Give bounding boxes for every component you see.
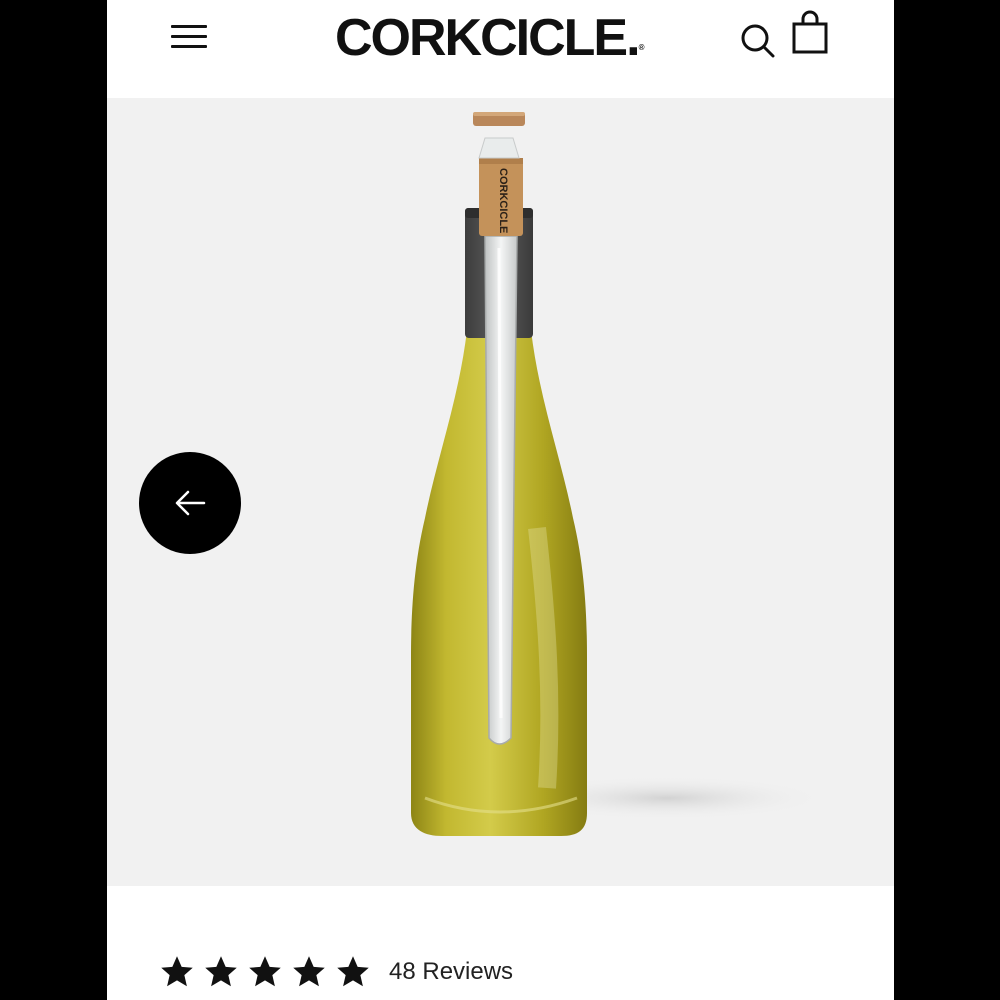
site-header: CORKCICLE.® (107, 0, 894, 98)
star-icon (293, 956, 325, 987)
search-icon[interactable] (739, 20, 779, 60)
shopping-bag-icon[interactable] (791, 10, 829, 56)
product-page: CORKCICLE.® CORKCICLE 48 Reviews (107, 0, 894, 1000)
star-icon (205, 956, 237, 987)
review-count-link[interactable]: 48 Reviews (389, 958, 513, 986)
previous-image-button[interactable] (139, 452, 241, 554)
star-rating[interactable] (159, 954, 371, 990)
brand-logo[interactable]: CORKCICLE.® (335, 6, 644, 70)
product-rating: 48 Reviews (159, 952, 513, 992)
star-icon (161, 956, 193, 987)
hamburger-menu-icon[interactable] (169, 22, 209, 52)
cork-label: CORKCICLE (497, 168, 509, 233)
arrow-left-icon (175, 490, 206, 516)
product-image-carousel[interactable]: CORKCICLE (107, 98, 894, 886)
star-icon (249, 956, 281, 987)
star-icon (337, 956, 369, 987)
